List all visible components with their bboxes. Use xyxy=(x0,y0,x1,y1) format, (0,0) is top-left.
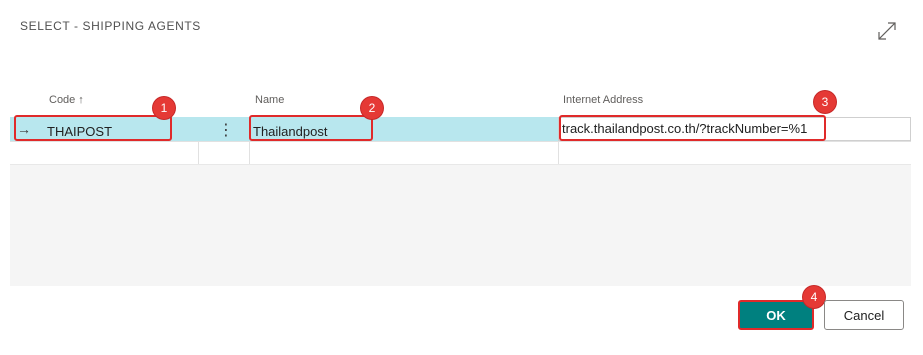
column-header-code[interactable]: Code ↑ xyxy=(49,94,84,106)
expand-icon[interactable] xyxy=(876,20,898,42)
row-actions-icon[interactable]: ⋮ xyxy=(218,120,234,140)
callout-box-name xyxy=(249,115,373,141)
callout-badge-3: 3 xyxy=(814,91,836,113)
grid-empty-area xyxy=(10,165,911,286)
column-divider xyxy=(198,141,199,165)
dialog-title: SELECT - SHIPPING AGENTS xyxy=(20,19,201,33)
sort-ascending-icon: ↑ xyxy=(78,94,84,106)
callout-box-internet-address xyxy=(559,115,826,141)
column-header-code-label: Code xyxy=(49,94,76,106)
column-header-internet-address[interactable]: Internet Address xyxy=(563,94,643,106)
callout-badge-2: 2 xyxy=(361,97,383,119)
callout-badge-1: 1 xyxy=(153,97,175,119)
row-divider xyxy=(10,141,911,142)
callout-box-code xyxy=(14,115,172,141)
column-divider xyxy=(249,141,250,165)
column-header-name[interactable]: Name xyxy=(255,94,284,106)
callout-badge-4: 4 xyxy=(803,286,825,308)
cancel-button[interactable]: Cancel xyxy=(824,300,904,330)
ok-button[interactable]: OK xyxy=(738,300,814,330)
column-divider xyxy=(558,141,559,165)
